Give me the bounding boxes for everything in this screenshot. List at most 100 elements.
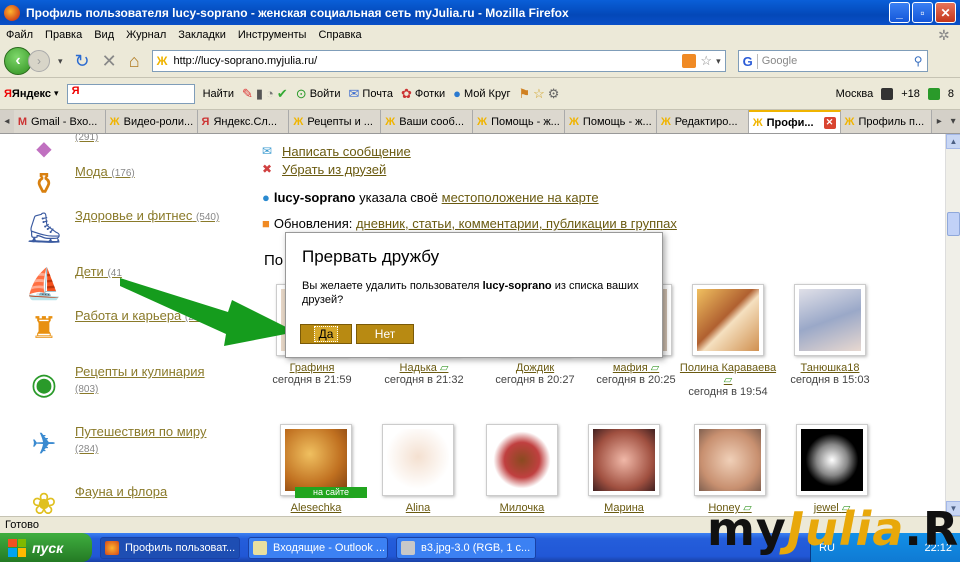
friend-card[interactable]: Марина [574,424,674,514]
menu-file[interactable]: Файл [0,29,39,41]
category-label[interactable]: Рецепты и кулинария [75,364,205,379]
yandex-mycircle-button[interactable]: ● Мой Круг [453,86,510,101]
friend-photo[interactable] [692,284,764,356]
reload-icon[interactable]: ↻ [75,51,90,72]
tab-video[interactable]: Ж Видео-роли... [105,110,198,133]
friend-photo[interactable] [794,284,866,356]
google-icon[interactable]: G [743,53,758,69]
tab-yandex[interactable]: Я Яндекс.Сл... [197,110,290,133]
url-text[interactable]: http://lucy-soprano.myjulia.ru/ [173,55,682,67]
friend-photo[interactable] [382,424,454,496]
tab-messages[interactable]: Ж Ваши сооб... [381,110,474,133]
weather-temp[interactable]: +18 [901,88,920,100]
friend-name[interactable]: Полина Караваева ▱ [678,362,778,386]
taskbar-firefox[interactable]: Профиль пользоват... [100,536,240,559]
counter-value[interactable]: 8 [948,88,954,100]
url-bar[interactable]: Ж http://lucy-soprano.myjulia.ru/ ☆ ▾ [151,50,726,72]
taskbar-outlook[interactable]: Входящие - Outlook ... [248,536,388,559]
tab-edit[interactable]: Ж Редактиро... [656,110,749,133]
menu-tools[interactable]: Инструменты [232,29,313,41]
updates-links[interactable]: дневник, статьи, комментарии, публикации… [356,216,677,231]
tab-scroll-right-icon[interactable]: ▸ [932,110,946,133]
yandex-mail-button[interactable]: ✉ Почта [349,86,393,102]
page-scrollbar[interactable]: ▲ ▼ [945,134,960,516]
friend-photo[interactable] [694,424,766,496]
search-box[interactable]: G Google ⚲ [737,50,928,72]
yandex-find-button[interactable]: Найти [203,88,234,100]
menu-help[interactable]: Справка [312,29,367,41]
tab-scroll-left-icon[interactable]: ◂ [0,110,14,133]
friend-name[interactable]: Надька ▱ [374,362,474,374]
home-icon[interactable]: ⌂ [129,51,140,72]
friend-name[interactable]: Милочка [472,502,572,514]
close-button[interactable]: ✕ [935,2,956,23]
write-message-link[interactable]: Написать сообщение [282,144,411,159]
friend-photo[interactable] [796,424,868,496]
friend-card[interactable]: на сайте Alesechka [266,424,367,514]
friend-name[interactable]: Марина [574,502,674,514]
yandex-login-button[interactable]: ⊙ Войти [296,86,341,102]
menu-history[interactable]: Журнал [120,29,172,41]
yandex-extra-icons[interactable]: ⚑ ☆ ⚙ [518,86,559,102]
friend-card[interactable]: Honey ▱ [680,424,780,514]
category-recipes[interactable]: ◉ Рецепты и кулинария (803) [22,364,225,404]
friend-name[interactable]: Alesechka [266,502,366,514]
category-label[interactable]: Дети [75,264,104,279]
category-label[interactable]: Фауна и флора [75,484,167,499]
confirm-no-button[interactable]: Нет [356,324,414,344]
category-label[interactable]: Путешествия по миру [75,424,206,439]
friend-card[interactable]: Танюшка18 сегодня в 15:03 [780,284,880,386]
category-label[interactable]: Мода [75,164,108,179]
tab-profile-2[interactable]: Ж Профиль п... [840,110,933,133]
yandex-search-input[interactable]: Я [66,83,195,104]
minimize-button[interactable]: _ [889,2,910,23]
start-button[interactable]: пуск [0,533,92,562]
maximize-button[interactable]: ▫ [912,2,933,23]
tab-gmail[interactable]: M Gmail - Вхо... [13,110,106,133]
friend-photo[interactable]: на сайте [280,424,367,498]
menu-edit[interactable]: Правка [39,29,88,41]
remove-friend-link[interactable]: Убрать из друзей [282,162,386,177]
menu-view[interactable]: Вид [88,29,120,41]
tab-close-icon[interactable]: ✕ [823,116,836,129]
yandex-logo[interactable]: ЯЯндекс [4,88,51,100]
url-dropdown-icon[interactable]: ▾ [716,56,721,67]
menu-bookmarks[interactable]: Закладки [172,29,232,41]
search-placeholder[interactable]: Google [762,55,914,67]
location-map-link[interactable]: местоположение на карте [442,190,599,205]
scroll-up-icon[interactable]: ▲ [946,134,960,149]
tab-help-1[interactable]: Ж Помощь - ж... [473,110,565,133]
history-dropdown-icon[interactable]: ▾ [58,56,63,67]
tab-profile-active[interactable]: Ж Профи... ✕ [748,110,841,133]
remove-friend-row[interactable]: ✖ Убрать из друзей [262,160,411,178]
friend-name[interactable]: Графиня [262,362,362,374]
category-fashion[interactable]: ⚱ Мода (176) [22,164,225,204]
friend-photo[interactable] [486,424,558,496]
weather-city[interactable]: Москва [836,88,874,100]
category-label[interactable]: Здоровье и фитнес [75,208,192,223]
tab-list-icon[interactable]: ▾ [946,110,960,133]
write-message-row[interactable]: ✉ Написать сообщение [262,142,411,160]
search-icon[interactable]: ⚲ [914,54,923,68]
tab-help-2[interactable]: Ж Помощь - ж... [564,110,657,133]
friend-card[interactable]: Полина Караваева ▱ сегодня в 19:54 [678,284,778,398]
friend-name[interactable]: Alina [368,502,468,514]
friend-name[interactable]: Танюшка18 [780,362,880,374]
yandex-dropdown-icon[interactable]: ▾ [54,88,59,99]
friend-card[interactable]: Милочка [472,424,572,514]
category-travel[interactable]: ✈ Путешествия по миру (284) [22,424,225,464]
friend-photo[interactable] [588,424,660,496]
yandex-tools-icons[interactable]: ✎ ▮ ◔ ✔ [242,86,288,102]
rss-icon[interactable] [682,54,697,68]
stop-icon[interactable]: ✕ [102,51,117,72]
tab-recipes[interactable]: Ж Рецепты и ... [289,110,382,133]
bookmark-star-icon[interactable]: ☆ [700,53,712,69]
taskbar-gimp[interactable]: в3.jpg-3.0 (RGB, 1 с... [396,536,536,559]
friend-name[interactable]: Дождик [485,362,585,374]
friend-card[interactable]: jewel ▱ [782,424,882,514]
scroll-thumb[interactable] [947,212,960,236]
friend-card[interactable]: Alina [368,424,468,514]
friend-name[interactable]: мафия ▱ [586,362,686,374]
confirm-yes-button[interactable]: Да [300,324,352,344]
category-health[interactable]: ⛸ Здоровье и фитнес (540) [22,208,225,248]
